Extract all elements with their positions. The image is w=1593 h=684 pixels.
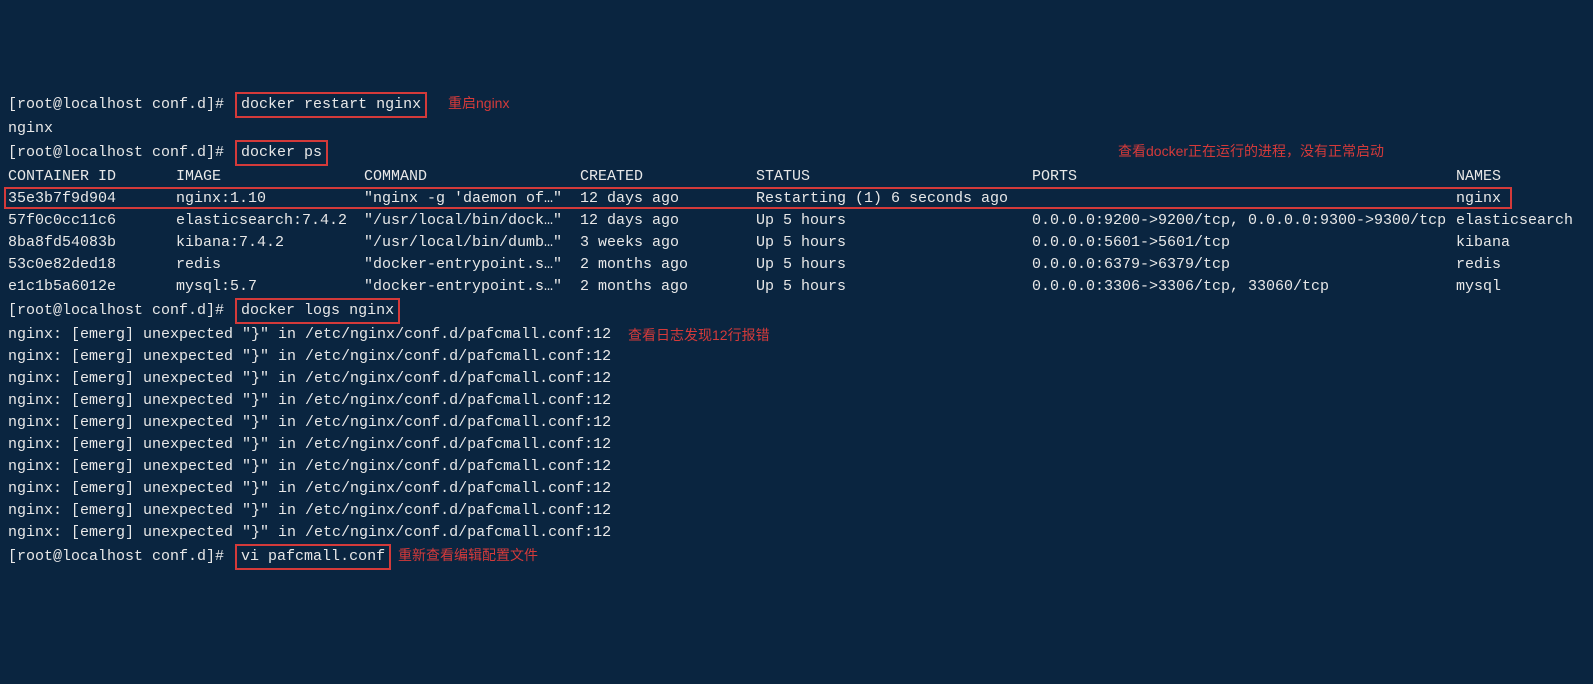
cell-container-id: 53c0e82ded18	[8, 254, 176, 276]
ps-row: 35e3b7f9d904nginx:1.10"nginx -g 'daemon …	[8, 188, 1585, 210]
ps-header: CONTAINER IDIMAGECOMMANDCREATEDSTATUSPOR…	[8, 166, 1585, 188]
cell-status: Up 5 hours	[756, 210, 1032, 232]
log-line: nginx: [emerg] unexpected "}" in /etc/ng…	[8, 456, 1585, 478]
ps-row: 57f0c0cc11c6elasticsearch:7.4.2"/usr/loc…	[8, 210, 1585, 232]
header-command: COMMAND	[364, 166, 580, 188]
cell-container-id: 8ba8fd54083b	[8, 232, 176, 254]
log-line: nginx: [emerg] unexpected "}" in /etc/ng…	[8, 500, 1585, 522]
command-logs[interactable]: docker logs nginx	[235, 298, 400, 324]
header-names: NAMES	[1456, 166, 1501, 188]
cell-command: "/usr/local/bin/dock…"	[364, 210, 580, 232]
prompt-line-2: [root@localhost conf.d]# docker ps 查看dock…	[8, 140, 1585, 166]
shell-prompt: [root@localhost conf.d]#	[8, 144, 233, 161]
cell-created: 12 days ago	[580, 188, 756, 210]
log-line: nginx: [emerg] unexpected "}" in /etc/ng…	[8, 434, 1585, 456]
cell-ports: 0.0.0.0:3306->3306/tcp, 33060/tcp	[1032, 276, 1456, 298]
header-status: STATUS	[756, 166, 1032, 188]
cell-image: kibana:7.4.2	[176, 232, 364, 254]
cell-names: nginx	[1456, 188, 1501, 210]
header-image: IMAGE	[176, 166, 364, 188]
header-ports: PORTS	[1032, 166, 1456, 188]
cell-container-id: 57f0c0cc11c6	[8, 210, 176, 232]
ps-row: 53c0e82ded18redis"docker-entrypoint.s…"2…	[8, 254, 1585, 276]
cell-command: "nginx -g 'daemon of…"	[364, 188, 580, 210]
cell-command: "docker-entrypoint.s…"	[364, 254, 580, 276]
prompt-line-4: [root@localhost conf.d]# vi pafcmall.con…	[8, 544, 1585, 570]
cell-created: 3 weeks ago	[580, 232, 756, 254]
command-vi[interactable]: vi pafcmall.conf	[235, 544, 391, 570]
log-line: nginx: [emerg] unexpected "}" in /etc/ng…	[8, 478, 1585, 500]
prompt-line-1: [root@localhost conf.d]# docker restart …	[8, 92, 1585, 118]
cell-created: 2 months ago	[580, 276, 756, 298]
log-line: nginx: [emerg] unexpected "}" in /etc/ng…	[8, 368, 1585, 390]
cell-status: Up 5 hours	[756, 254, 1032, 276]
cell-status: Up 5 hours	[756, 232, 1032, 254]
cell-ports: 0.0.0.0:5601->5601/tcp	[1032, 232, 1456, 254]
cell-status: Up 5 hours	[756, 276, 1032, 298]
log-line: nginx: [emerg] unexpected "}" in /etc/ng…	[8, 390, 1585, 412]
cell-names: elasticsearch	[1456, 210, 1573, 232]
cell-created: 2 months ago	[580, 254, 756, 276]
cell-command: "/usr/local/bin/dumb…"	[364, 232, 580, 254]
annotation-logs: 查看日志发现12行报错	[628, 324, 770, 346]
cell-image: redis	[176, 254, 364, 276]
log-line: nginx: [emerg] unexpected "}" in /etc/ng…	[8, 346, 1585, 368]
log-line: nginx: [emerg] unexpected "}" in /etc/ng…	[8, 412, 1585, 434]
shell-prompt: [root@localhost conf.d]#	[8, 548, 233, 565]
prompt-line-3: [root@localhost conf.d]# docker logs ngi…	[8, 298, 1585, 324]
header-container-id: CONTAINER ID	[8, 166, 176, 188]
shell-prompt: [root@localhost conf.d]#	[8, 302, 233, 319]
cell-names: kibana	[1456, 232, 1510, 254]
cell-command: "docker-entrypoint.s…"	[364, 276, 580, 298]
cell-image: nginx:1.10	[176, 188, 364, 210]
annotation-ps: 查看docker正在运行的进程，没有正常启动	[1118, 140, 1384, 162]
shell-prompt: [root@localhost conf.d]#	[8, 96, 233, 113]
log-line: nginx: [emerg] unexpected "}" in /etc/ng…	[8, 324, 1585, 346]
ps-row: e1c1b5a6012emysql:5.7"docker-entrypoint.…	[8, 276, 1585, 298]
cell-status: Restarting (1) 6 seconds ago	[756, 188, 1032, 210]
cell-names: redis	[1456, 254, 1501, 276]
command-ps[interactable]: docker ps	[235, 140, 328, 166]
annotation-restart: 重启nginx	[448, 92, 509, 114]
cell-names: mysql	[1456, 276, 1501, 298]
cell-ports: 0.0.0.0:9200->9200/tcp, 0.0.0.0:9300->93…	[1032, 210, 1456, 232]
cell-container-id: 35e3b7f9d904	[8, 188, 176, 210]
log-line: nginx: [emerg] unexpected "}" in /etc/ng…	[8, 522, 1585, 544]
cell-image: elasticsearch:7.4.2	[176, 210, 364, 232]
ps-row: 8ba8fd54083bkibana:7.4.2"/usr/local/bin/…	[8, 232, 1585, 254]
terminal-output[interactable]: [root@localhost conf.d]# docker restart …	[8, 92, 1585, 570]
cell-ports: 0.0.0.0:6379->6379/tcp	[1032, 254, 1456, 276]
cell-image: mysql:5.7	[176, 276, 364, 298]
output-nginx: nginx	[8, 118, 1585, 140]
annotation-vi: 重新查看编辑配置文件	[398, 544, 538, 566]
cell-container-id: e1c1b5a6012e	[8, 276, 176, 298]
header-created: CREATED	[580, 166, 756, 188]
command-restart[interactable]: docker restart nginx	[235, 92, 427, 118]
cell-created: 12 days ago	[580, 210, 756, 232]
